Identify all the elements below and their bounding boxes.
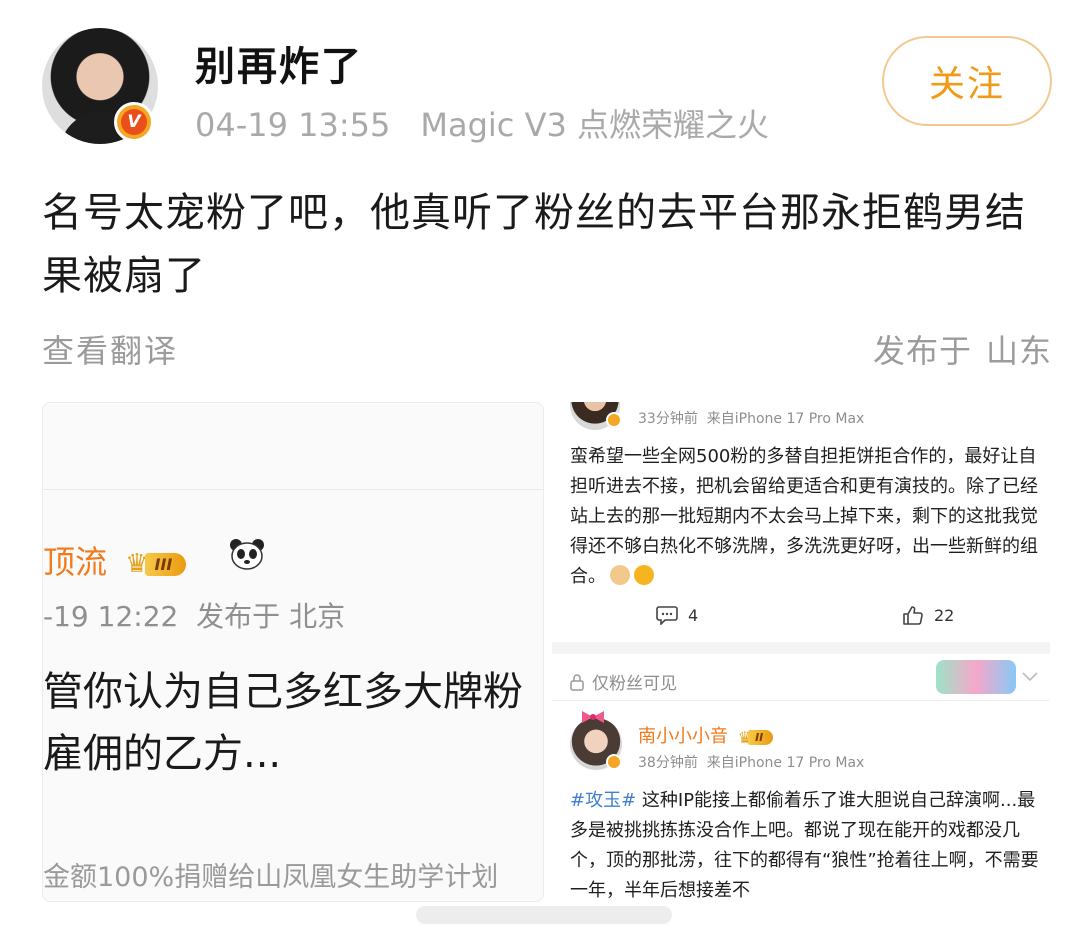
image-text: 管你认为自己多红多大牌粉 雇佣的乙方... bbox=[43, 669, 523, 777]
post-text: 名号太宠粉了吧，他真听了粉丝的去平台那永拒鹤男结果被扇了 bbox=[42, 190, 1026, 299]
verified-badge-icon bbox=[606, 412, 622, 428]
image-pager-indicator bbox=[416, 906, 672, 924]
image-date: -19 12:22 发布于 北京 bbox=[43, 600, 346, 633]
post-timestamp: 04-19 13:55 bbox=[195, 106, 391, 144]
chevron-down-icon bbox=[1022, 672, 1038, 682]
vip-badge-icon: ♛ III bbox=[125, 547, 187, 581]
comment-text: #攻玉# 这种IP能接上都偷着乐了谁大胆说自己辞演啊...最多是被挑挑拣拣没合作… bbox=[570, 790, 1039, 900]
post-image-1[interactable]: 顶流 ♛ III -19 12:22 发布于 北京 管你认为自己多红多大牌粉 雇佣… bbox=[42, 402, 544, 902]
comment-card: 仅粉丝可见 南小小小音 ♛ II 38分钟前 来自iPhone 17 Pro Ma… bbox=[552, 654, 1050, 900]
cat-emoji-icon bbox=[610, 565, 630, 585]
author-name[interactable]: 别再炸了 bbox=[195, 34, 363, 92]
comment-time: 38分钟前 来自iPhone 17 Pro Max bbox=[638, 755, 865, 771]
comment-time: 33分钟前 来自iPhone 17 Pro Max bbox=[638, 411, 865, 427]
lock-icon bbox=[570, 673, 584, 691]
follow-button[interactable]: 关注 bbox=[882, 36, 1052, 126]
sticker-image bbox=[936, 660, 1016, 694]
verified-badge-icon bbox=[606, 754, 622, 770]
translate-link[interactable]: 查看翻译 bbox=[42, 326, 178, 372]
verified-badge-icon: V bbox=[114, 102, 154, 142]
comment-icon bbox=[656, 606, 678, 625]
topic-link: #攻玉# bbox=[570, 790, 637, 811]
thumbs-up-icon bbox=[903, 606, 923, 625]
image-username: 顶流 ♛ III bbox=[43, 537, 187, 583]
comment-text: 蛮希望一些全网500粉的多替自担拒饼拒合作的，最好让自担听进去不接，把机会留给更… bbox=[570, 446, 1038, 587]
image-footer: 金额100%捐赠给山凤凰女生助学计划 bbox=[43, 862, 499, 893]
post-device: Magic V3 点燃荣耀之火 bbox=[420, 106, 769, 144]
panda-icon bbox=[230, 539, 264, 570]
fans-only-label: 仅粉丝可见 bbox=[568, 669, 677, 694]
comment-count: 4 bbox=[656, 605, 698, 625]
post-image-2[interactable]: 33分钟前 来自iPhone 17 Pro Max 蛮希望一些全网500粉的多替… bbox=[552, 402, 1050, 900]
laugh-emoji-icon bbox=[634, 565, 654, 585]
like-count: 22 bbox=[902, 605, 954, 625]
comment-card: 33分钟前 来自iPhone 17 Pro Max 蛮希望一些全网500粉的多替… bbox=[552, 402, 1050, 642]
post-meta: 04-19 13:55 Magic V3 点燃荣耀之火 bbox=[195, 100, 769, 146]
bow-icon bbox=[582, 711, 604, 723]
vip-badge-icon: ♛ II bbox=[738, 727, 774, 747]
comment-username: 南小小小音 ♛ II bbox=[638, 722, 774, 748]
post-location: 发布于 山东 bbox=[872, 332, 1052, 370]
